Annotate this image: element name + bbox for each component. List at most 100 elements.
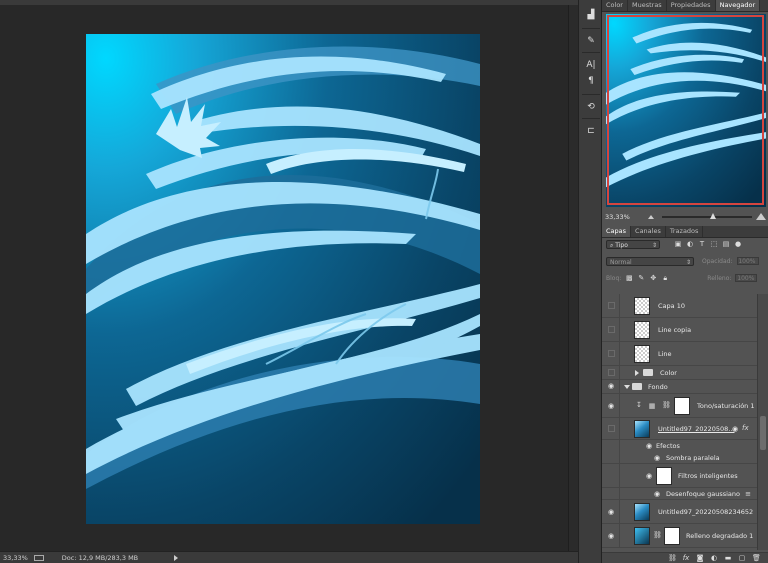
status-menu-arrow-icon[interactable]	[174, 554, 179, 561]
tab-layers[interactable]: Capas	[602, 226, 632, 237]
layers-scrollbar[interactable]	[757, 294, 768, 550]
eye-icon[interactable]: ◉	[606, 507, 616, 517]
visibility-toggle[interactable]	[608, 302, 615, 309]
layer-row-untitled-smart[interactable]: Untitled97_20220508... ◉ fx	[602, 418, 757, 440]
divider	[619, 440, 620, 452]
blend-mode-select[interactable]: Normal	[606, 256, 694, 267]
history-icon[interactable]: ⟲	[583, 100, 599, 114]
trash-icon[interactable]: 🗑︎	[752, 554, 761, 562]
eye-icon[interactable]: ◉	[606, 531, 616, 541]
effect-name: Sombra paralela	[666, 454, 720, 462]
add-style-icon[interactable]: fx	[682, 554, 690, 562]
eye-icon[interactable]: ◉	[606, 401, 616, 411]
eye-icon[interactable]: ◉	[644, 471, 654, 481]
navigator-view-frame[interactable]	[607, 15, 764, 205]
new-layer-icon[interactable]: ▢	[738, 554, 746, 562]
new-adjustment-icon[interactable]: ◐	[710, 554, 718, 562]
filter-toggle-icon[interactable]: ●	[734, 240, 742, 248]
layers-footer: ⛓ fx ◙ ◐ ▬ ▢ 🗑︎	[602, 552, 768, 563]
layer-mask-thumbnail[interactable]	[674, 397, 690, 415]
navigator-zoom-row: 33,33%	[602, 211, 768, 222]
divider	[619, 452, 620, 463]
lock-position-icon[interactable]: ✥	[649, 274, 657, 282]
eye-icon[interactable]: ◉	[652, 453, 662, 463]
lock-all-icon[interactable]: 🔒︎	[661, 274, 669, 282]
divider	[619, 418, 620, 439]
fill-field[interactable]: 100%	[735, 274, 758, 282]
zoom-slider[interactable]	[661, 212, 752, 219]
filter-shape-icon[interactable]: ⬚	[710, 240, 718, 248]
layer-row-hue-saturation[interactable]: ◉ ↧ ▦ ⛓ Tono/saturación 1	[602, 394, 757, 418]
smart-filters-row[interactable]: ◉ Filtros inteligentes	[602, 464, 757, 488]
link-icon[interactable]: ⛓	[662, 401, 671, 409]
tab-navigator[interactable]: Navegador	[715, 0, 761, 11]
expand-arrow-icon[interactable]	[635, 370, 639, 376]
eye-icon[interactable]: ◉	[606, 381, 616, 391]
filter-kind-select[interactable]: ⌕ Tipo	[606, 239, 660, 250]
navigator-zoom-value[interactable]: 33,33%	[605, 213, 630, 221]
status-zoom[interactable]: 33,33%	[3, 554, 28, 562]
eye-icon[interactable]: ◉	[644, 441, 654, 451]
fx-icon[interactable]: fx	[742, 424, 749, 432]
collapse-arrow-icon[interactable]	[624, 385, 630, 389]
artwork-canvas[interactable]	[86, 34, 480, 524]
smart-filter-icon[interactable]: ◉	[730, 424, 740, 434]
export-icon[interactable]	[33, 554, 44, 561]
new-group-icon[interactable]: ▬	[724, 554, 732, 562]
eye-icon[interactable]: ◉	[652, 489, 662, 499]
character-icon[interactable]: A|	[583, 58, 599, 72]
brush-preset-icon[interactable]: ✎	[583, 34, 599, 48]
layer-name: Line copia	[658, 326, 692, 334]
divider	[619, 294, 620, 317]
visibility-toggle[interactable]	[608, 425, 615, 432]
layer-name: Capa 10	[658, 302, 685, 310]
tab-swatches[interactable]: Muestras	[628, 0, 667, 11]
filter-type-icon[interactable]: T	[698, 240, 706, 248]
layer-thumbnail	[634, 527, 650, 545]
layer-thumbnail	[634, 297, 650, 315]
add-mask-icon[interactable]: ◙	[696, 554, 704, 562]
link-layers-icon[interactable]: ⛓	[668, 554, 677, 562]
zoom-out-icon[interactable]	[647, 214, 654, 219]
tool-presets-icon[interactable]: ⊏	[583, 124, 599, 138]
blend-options-icon[interactable]: ≡	[744, 490, 752, 498]
visibility-toggle[interactable]	[608, 350, 615, 357]
smart-filter-mask[interactable]	[656, 467, 672, 485]
layer-row-capa-10[interactable]: Capa 10	[602, 294, 757, 318]
filter-image-icon[interactable]: ▣	[674, 240, 682, 248]
layer-row-gradient-fill[interactable]: ◉ ⛓ Relleno degradado 1	[602, 524, 757, 548]
zoom-slider-thumb[interactable]	[709, 212, 716, 219]
zoom-in-icon[interactable]	[755, 213, 766, 220]
divider	[619, 380, 620, 393]
histogram-icon[interactable]: ▟	[583, 8, 599, 22]
layer-mask-thumbnail[interactable]	[664, 527, 680, 545]
layer-row-untitled-base[interactable]: ◉ Untitled97_20220508234652	[602, 500, 757, 524]
tab-paths[interactable]: Trazados	[666, 226, 704, 237]
opacity-field[interactable]: 100%	[736, 257, 759, 265]
effects-row[interactable]: ◉ Efectos	[602, 440, 757, 452]
canvas-vertical-scrollbar[interactable]	[568, 5, 578, 551]
layers-scrollbar-thumb[interactable]	[760, 416, 766, 450]
navigator-preview[interactable]	[606, 14, 766, 207]
layer-filter-row: ⌕ Tipo ▣ ◐ T ⬚ ▤ ●	[602, 238, 768, 250]
layer-name: Relleno degradado 1	[686, 532, 754, 540]
filter-smart-object-icon[interactable]: ▤	[722, 240, 730, 248]
divider	[619, 464, 620, 487]
layer-thumbnail	[634, 345, 650, 363]
visibility-toggle[interactable]	[608, 369, 615, 376]
lock-image-icon[interactable]: ✎	[637, 274, 645, 282]
filter-adjustment-icon[interactable]: ◐	[686, 240, 694, 248]
tab-channels[interactable]: Canales	[631, 226, 666, 237]
effect-drop-shadow[interactable]: ◉ Sombra paralela	[602, 452, 757, 464]
layer-group-fondo[interactable]: ◉ Fondo	[602, 380, 757, 394]
filter-gaussian-blur[interactable]: ◉ Desenfoque gaussiano ≡	[602, 488, 757, 500]
lock-transparent-icon[interactable]: ▩	[625, 274, 633, 282]
tab-properties[interactable]: Propiedades	[667, 0, 716, 11]
layer-row-line[interactable]: Line	[602, 342, 757, 366]
link-icon[interactable]: ⛓	[653, 531, 662, 539]
tab-color[interactable]: Color	[602, 0, 628, 11]
visibility-toggle[interactable]	[608, 326, 615, 333]
layer-row-line-copia[interactable]: Line copia	[602, 318, 757, 342]
layer-group-color[interactable]: Color	[602, 366, 757, 380]
paragraph-icon[interactable]: ¶	[583, 74, 599, 88]
